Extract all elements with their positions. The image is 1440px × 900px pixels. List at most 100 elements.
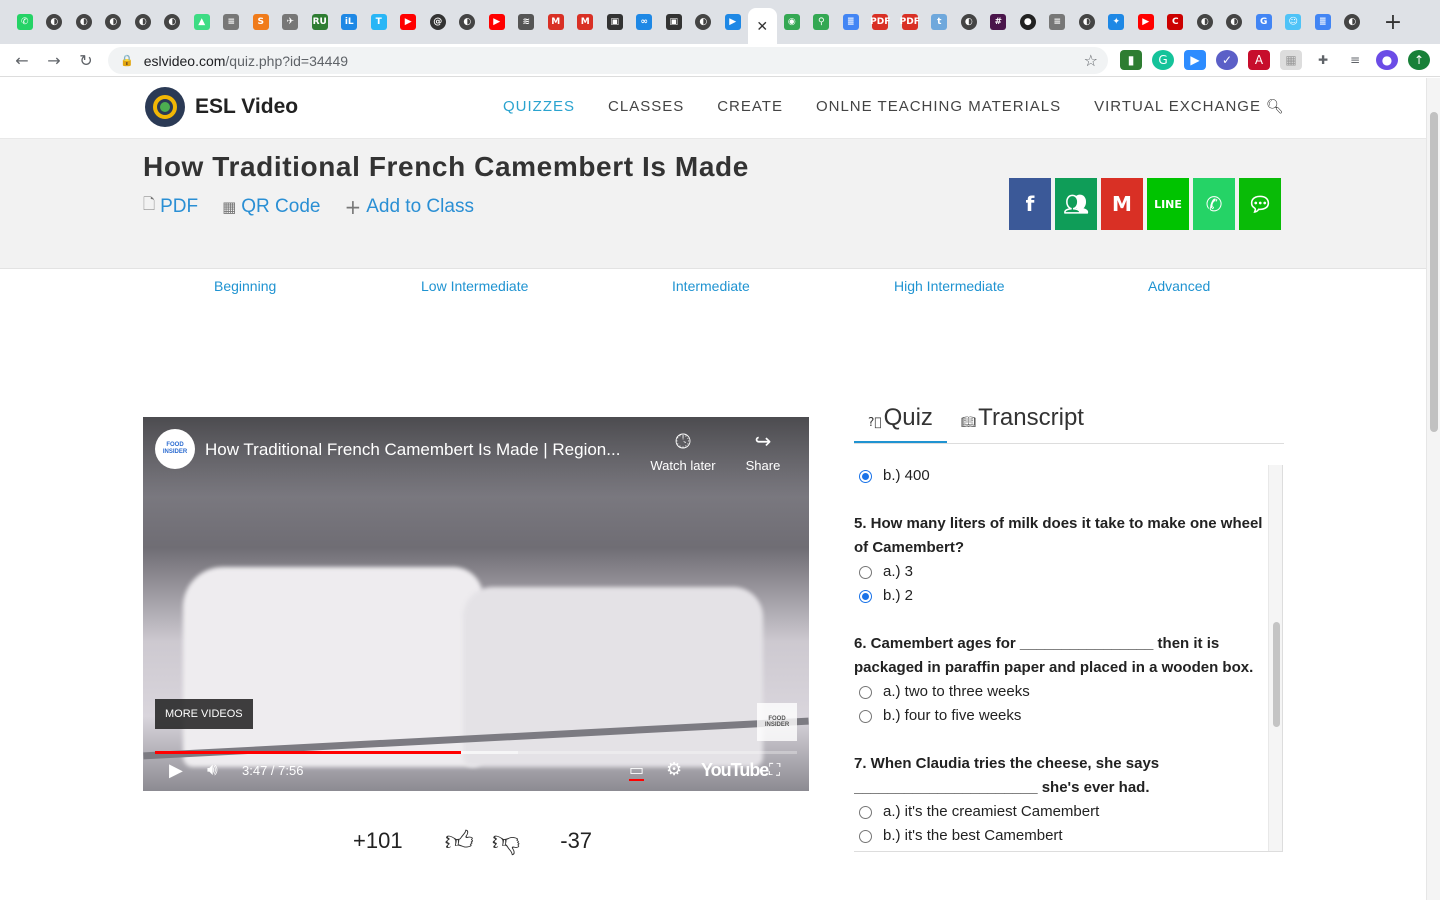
quiz-option[interactable]: a.) two to three weeks bbox=[854, 680, 1266, 704]
browser-tab[interactable]: ◐ bbox=[40, 6, 70, 38]
browser-tab[interactable]: ◐ bbox=[1072, 6, 1102, 38]
browser-tab[interactable]: ◐ bbox=[158, 6, 188, 38]
reload-icon[interactable]: ↻ bbox=[70, 51, 102, 70]
add-to-class-link[interactable]: + Add to Class bbox=[344, 194, 474, 219]
quiz-scrollbar[interactable] bbox=[1268, 465, 1282, 851]
profile-avatar[interactable]: ● bbox=[1376, 50, 1398, 70]
search-icon[interactable]: 🔍︎ bbox=[1266, 99, 1284, 115]
browser-tab[interactable]: ✦ bbox=[1102, 6, 1132, 38]
page-scrollbar[interactable] bbox=[1426, 78, 1440, 900]
line-share-button[interactable]: LINE bbox=[1147, 178, 1189, 230]
level-intermediate[interactable]: Intermediate bbox=[672, 278, 750, 294]
browser-tab[interactable]: ☺ bbox=[1279, 6, 1309, 38]
browser-tab[interactable]: ◐ bbox=[1190, 6, 1220, 38]
browser-tab[interactable]: ◐ bbox=[1338, 6, 1368, 38]
browser-tab[interactable]: ◐ bbox=[689, 6, 719, 38]
level-advanced[interactable]: Advanced bbox=[1148, 278, 1210, 294]
radio-button[interactable] bbox=[859, 805, 872, 819]
extension-check-icon[interactable]: ✓ bbox=[1216, 50, 1238, 70]
browser-tab[interactable]: M bbox=[571, 6, 601, 38]
level-beginning[interactable]: Beginning bbox=[214, 278, 276, 294]
browser-tab[interactable]: # bbox=[984, 6, 1014, 38]
quiz-option[interactable]: b.) it's the best Camembert bbox=[854, 824, 1266, 848]
channel-watermark[interactable]: FOOD INSIDER bbox=[757, 703, 797, 741]
browser-tab[interactable]: ≋ bbox=[512, 6, 542, 38]
level-high-intermediate[interactable]: High Intermediate bbox=[894, 278, 1005, 294]
browser-tab[interactable]: G bbox=[1249, 6, 1279, 38]
nav-virtual-exchange[interactable]: VIRTUAL EXCHANGE bbox=[1094, 98, 1261, 115]
browser-tab[interactable]: ≡ bbox=[217, 6, 247, 38]
tab-quiz[interactable]: ?⃝ Quiz bbox=[854, 400, 947, 443]
video-player[interactable]: FOOD INSIDER How Traditional French Came… bbox=[143, 417, 809, 791]
new-tab-button[interactable]: + bbox=[1379, 10, 1407, 35]
extension-grid-icon[interactable]: ▦ bbox=[1280, 50, 1302, 70]
video-share-button[interactable]: ↪ Share bbox=[739, 429, 787, 473]
radio-button[interactable] bbox=[859, 565, 872, 579]
update-icon[interactable]: ↑ bbox=[1408, 50, 1430, 70]
browser-tab[interactable]: ✆ bbox=[10, 6, 40, 38]
extension-abp-icon[interactable]: A bbox=[1248, 50, 1270, 70]
browser-tab[interactable]: ▶ bbox=[394, 6, 424, 38]
browser-tab[interactable]: t bbox=[925, 6, 955, 38]
browser-tab[interactable]: ◐ bbox=[69, 6, 99, 38]
browser-tab[interactable]: ◐ bbox=[99, 6, 129, 38]
browser-tab[interactable]: S bbox=[246, 6, 276, 38]
page-scrollbar-thumb[interactable] bbox=[1430, 112, 1438, 432]
pdf-link[interactable]: 🗋 PDF bbox=[143, 194, 198, 219]
browser-tab[interactable]: ◐ bbox=[1220, 6, 1250, 38]
video-progress-bar[interactable] bbox=[155, 751, 797, 754]
browser-tab[interactable]: ≣ bbox=[1308, 6, 1338, 38]
nav-create[interactable]: CREATE bbox=[717, 98, 783, 115]
reading-list-icon[interactable]: ≡ bbox=[1344, 50, 1366, 70]
bookmark-star-icon[interactable]: ☆ bbox=[1084, 51, 1098, 70]
browser-tab[interactable]: ▲ bbox=[187, 6, 217, 38]
quiz-option[interactable]: b.) 400 bbox=[854, 465, 1266, 488]
nav-onlne-teaching-materials[interactable]: ONLNE TEACHING MATERIALS bbox=[816, 98, 1061, 115]
radio-button-checked[interactable] bbox=[859, 469, 872, 483]
browser-tab[interactable]: ≡ bbox=[1043, 6, 1073, 38]
volume-icon[interactable]: 🔊︎ bbox=[207, 760, 218, 780]
browser-tab[interactable]: T bbox=[364, 6, 394, 38]
facebook-share-button[interactable]: f bbox=[1009, 178, 1051, 230]
browser-tab[interactable]: ∞ bbox=[630, 6, 660, 38]
whatsapp-share-button[interactable]: ✆ bbox=[1193, 178, 1235, 230]
watch-later-button[interactable]: 🕓︎ Watch later bbox=[647, 429, 719, 473]
radio-button-checked[interactable] bbox=[859, 589, 872, 603]
radio-button[interactable] bbox=[859, 685, 872, 699]
extension-zoom-icon[interactable]: ▶ bbox=[1184, 50, 1206, 70]
forward-icon[interactable]: → bbox=[38, 51, 70, 70]
browser-tab[interactable]: PDF bbox=[866, 6, 896, 38]
browser-tab[interactable]: iL bbox=[335, 6, 365, 38]
browser-tab[interactable]: ▶ bbox=[1131, 6, 1161, 38]
browser-tab[interactable]: ▣ bbox=[659, 6, 689, 38]
quiz-option[interactable]: b.) 2 bbox=[854, 584, 1266, 608]
extension-bookmark-icon[interactable]: ▮ bbox=[1120, 50, 1142, 70]
browser-tab[interactable]: ◐ bbox=[128, 6, 158, 38]
level-low-intermediate[interactable]: Low Intermediate bbox=[421, 278, 528, 294]
wechat-share-button[interactable]: 💬︎ bbox=[1239, 178, 1281, 230]
browser-tab[interactable]: ● bbox=[1013, 6, 1043, 38]
browser-tab[interactable]: PDF bbox=[895, 6, 925, 38]
radio-button[interactable] bbox=[859, 829, 872, 843]
quiz-scrollbar-thumb[interactable] bbox=[1273, 622, 1280, 727]
thumbs-up-icon[interactable]: 👍︎ bbox=[445, 824, 474, 858]
quiz-option[interactable]: b.) four to five weeks bbox=[854, 704, 1266, 728]
thumbs-down-icon[interactable]: 👎︎ bbox=[492, 824, 520, 858]
site-logo[interactable]: ESL Video bbox=[145, 87, 298, 127]
qr-code-link[interactable]: ▦ QR Code bbox=[222, 194, 320, 219]
back-icon[interactable]: ← bbox=[6, 51, 38, 70]
captions-icon[interactable]: ▭ bbox=[629, 760, 645, 781]
browser-tab[interactable]: ▣ bbox=[600, 6, 630, 38]
browser-tab[interactable]: ▶ bbox=[718, 6, 748, 38]
video-title[interactable]: How Traditional French Camembert Is Made… bbox=[205, 440, 620, 460]
tab-transcript[interactable]: 📖︎ Transcript bbox=[947, 400, 1098, 443]
nav-quizzes[interactable]: QUIZZES bbox=[503, 98, 575, 115]
browser-tab[interactable]: ✈ bbox=[276, 6, 306, 38]
channel-avatar[interactable]: FOOD INSIDER bbox=[155, 429, 195, 469]
close-icon[interactable]: ✕ bbox=[756, 18, 768, 35]
settings-gear-icon[interactable]: ⚙ bbox=[666, 759, 682, 780]
browser-tab[interactable]: ◉ bbox=[777, 6, 807, 38]
browser-tab[interactable]: ▶ bbox=[482, 6, 512, 38]
youtube-logo[interactable]: YouTube bbox=[701, 760, 769, 781]
classroom-share-button[interactable]: 👥︎ bbox=[1055, 178, 1097, 230]
